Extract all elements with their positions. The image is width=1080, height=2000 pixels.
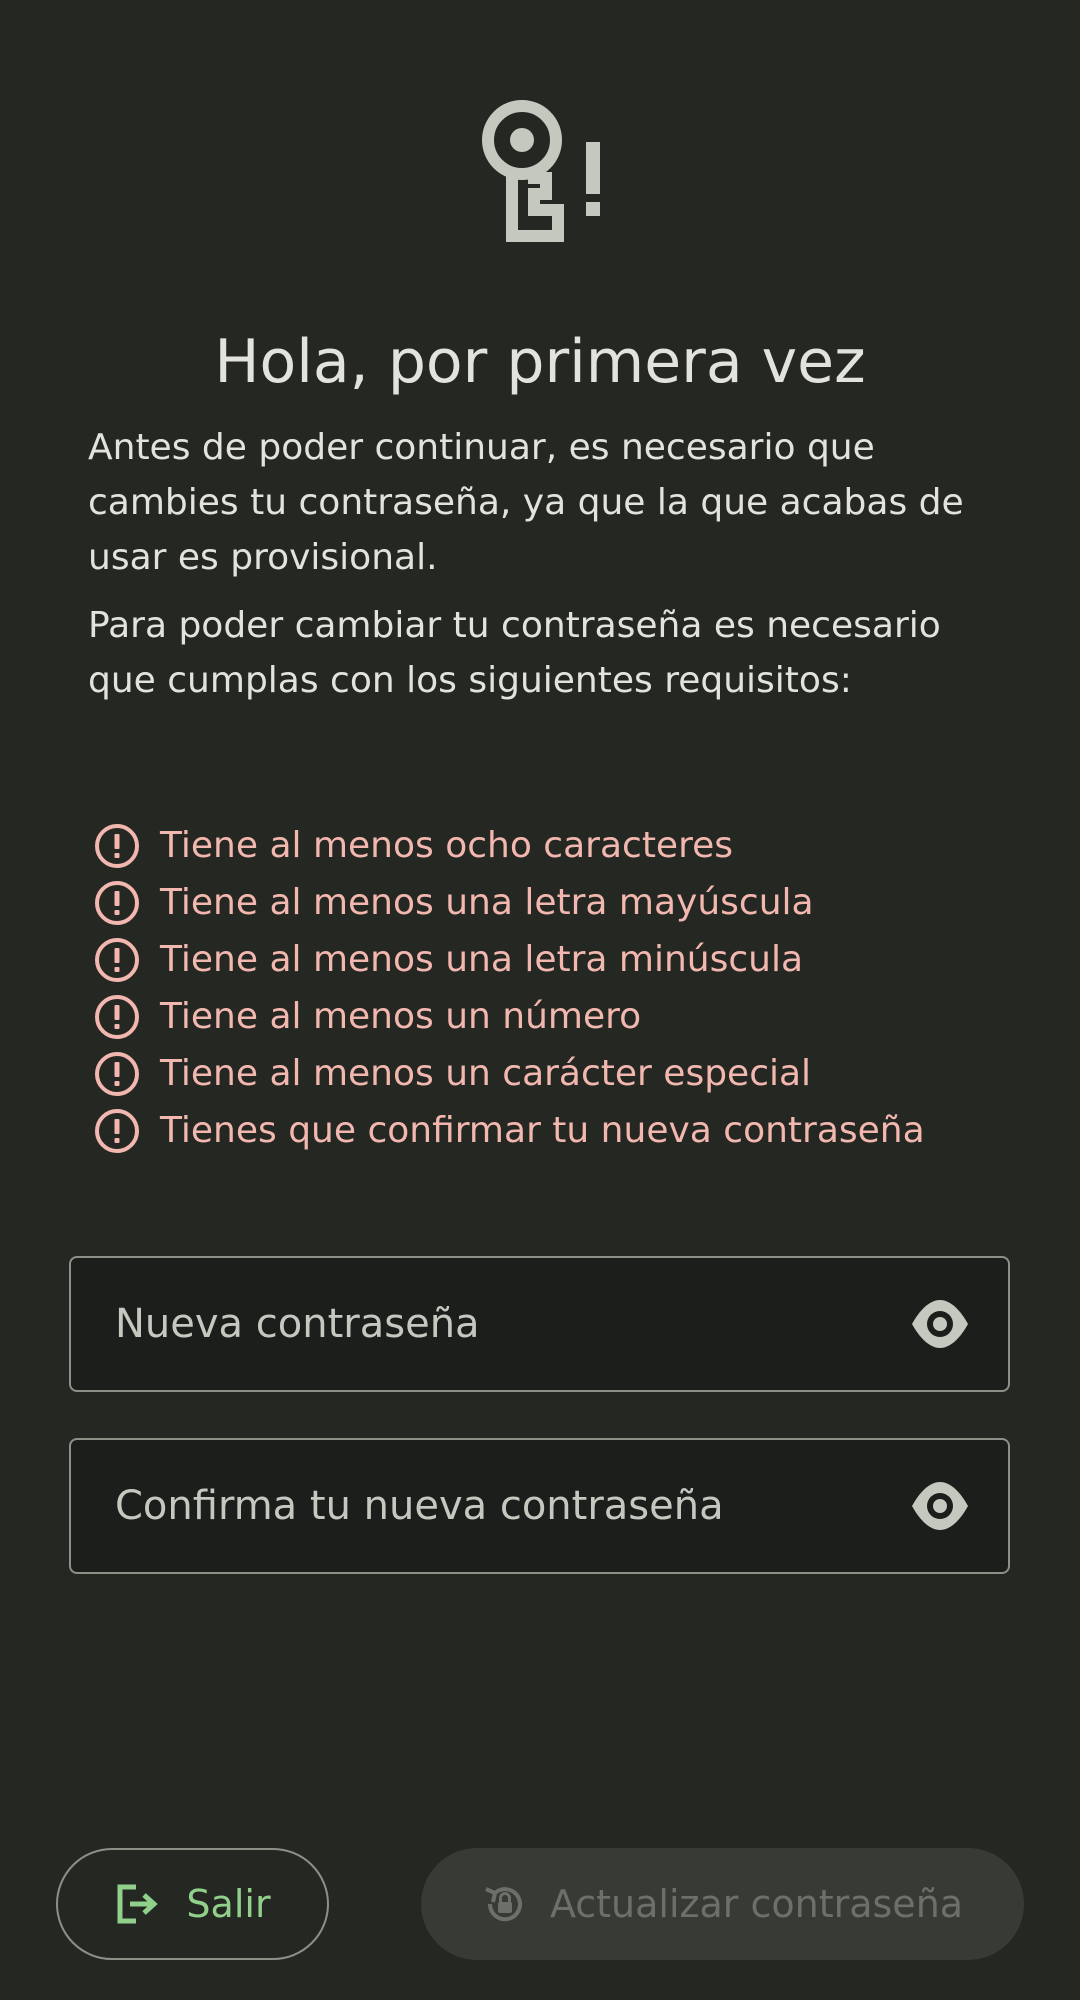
requirement-text: Tiene al menos un número [160,996,642,1037]
new-password-input[interactable] [115,1258,875,1390]
requirements-intro: Para poder cambiar tu contraseña es nece… [88,605,941,701]
logout-icon [117,1884,159,1924]
requirement-text: Tiene al menos un carácter especial [160,1053,812,1094]
update-password-button[interactable]: Actualizar contraseña [421,1848,1024,1960]
lock-reset-icon [485,1887,522,1922]
requirement-item: Tiene al menos un número [92,988,1052,1045]
confirm-password-field [69,1438,1010,1574]
requirement-text: Tiene al menos ocho caracteres [160,825,733,866]
update-password-label: Actualizar contraseña [549,1882,964,1926]
new-password-field [69,1256,1010,1392]
requirement-text: Tiene al menos una letra mayúscula [160,882,814,923]
requirement-item: Tiene al menos ocho caracteres [92,817,1052,874]
eye-icon[interactable] [910,1296,970,1352]
requirement-item: Tienes que confirmar tu nueva contraseña [92,1102,1052,1159]
requirement-text: Tiene al menos una letra minúscula [160,939,804,980]
exit-button-label: Salir [186,1882,271,1926]
page-title: Hola, por primera vez [214,327,866,397]
error-circle-icon [95,994,139,1039]
exit-button[interactable]: Salir [56,1848,329,1960]
error-circle-icon [95,880,139,925]
requirement-item: Tiene al menos una letra minúscula [92,931,1052,988]
error-circle-icon [95,1051,139,1096]
error-circle-icon [95,823,139,868]
eye-icon[interactable] [910,1478,970,1534]
requirement-item: Tiene al menos un carácter especial [92,1045,1052,1102]
requirement-text: Tienes que confirmar tu nueva contraseña [160,1110,925,1151]
intro-paragraph: Antes de poder continuar, es necesario q… [88,427,964,578]
error-circle-icon [95,937,139,982]
confirm-password-input[interactable] [115,1440,875,1572]
requirement-item: Tiene al menos una letra mayúscula [92,874,1052,931]
error-circle-icon [95,1108,139,1153]
requirements-list: Tiene al menos ocho caracteres Tiene al … [92,817,1052,1159]
password-key-alert-icon [482,100,600,242]
